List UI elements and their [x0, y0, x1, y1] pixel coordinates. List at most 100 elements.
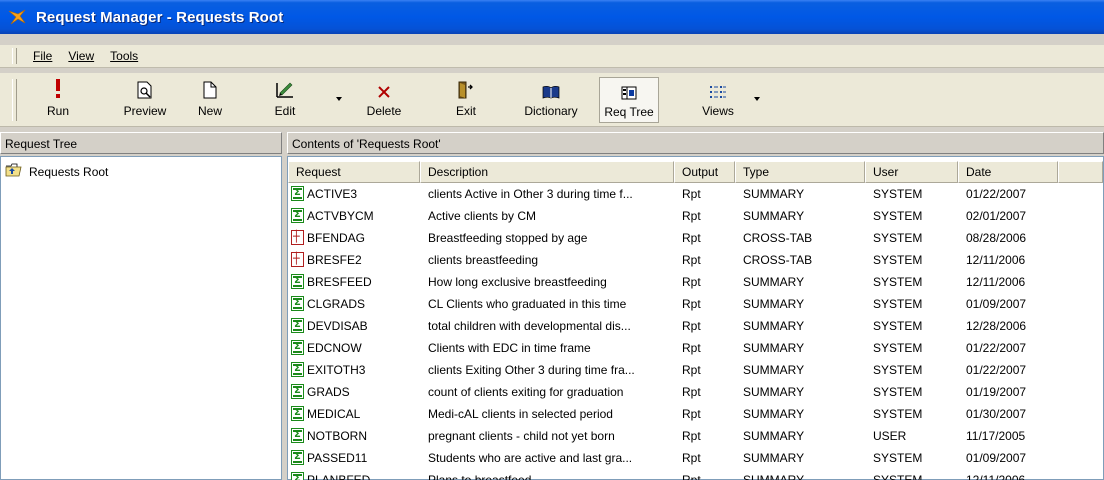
request-tree-pane: Request Tree Requests Root [0, 132, 282, 480]
edit-icon [270, 77, 300, 99]
cell-description: clients Exiting Other 3 during time fra.… [428, 363, 635, 377]
cell-output: Rpt [682, 363, 701, 377]
cell-date: 01/22/2007 [966, 363, 1027, 377]
folder-icon [5, 163, 23, 180]
cell-type: SUMMARY [743, 209, 805, 223]
table-row[interactable]: NOTBORN pregnant clients - child not yet … [288, 425, 1103, 447]
cell-description: Clients with EDC in time frame [428, 341, 591, 355]
cell-user: SYSTEM [873, 341, 923, 355]
delete-x-icon [354, 77, 414, 99]
delete-button[interactable]: Delete [354, 77, 414, 123]
cell-request: BRESFEED [307, 275, 372, 289]
table-row[interactable]: BRESFE2 clients breastfeeding Rpt CROSS-TAB… [288, 249, 1103, 271]
menu-file[interactable]: File [25, 49, 60, 63]
cell-type: SUMMARY [743, 187, 805, 201]
table-row[interactable]: MEDICAL Medi-cAL clients in selected peri… [288, 403, 1103, 425]
new-button[interactable]: New [188, 77, 232, 123]
cell-date: 12/11/2006 [966, 473, 1026, 480]
cell-description: How long exclusive breastfeeding [428, 275, 607, 289]
views-dropdown-button[interactable] [750, 77, 764, 123]
summary-report-icon [291, 450, 304, 465]
col-date-header[interactable]: Date [958, 161, 1058, 183]
contents-header: Contents of 'Requests Root' [287, 132, 1104, 154]
cell-description: Active clients by CM [428, 209, 537, 223]
col-user-header[interactable]: User [865, 161, 958, 183]
cell-output: Rpt [682, 451, 701, 465]
cell-user: USER [873, 429, 907, 443]
table-row[interactable]: PLANBFED Plans to breastfeed Rpt SUMMARY SYS… [288, 469, 1103, 480]
title-bar[interactable]: Request Manager - Requests Root [0, 0, 1104, 34]
table-row[interactable]: GRADS count of clients exiting for gradua… [288, 381, 1103, 403]
col-description-header[interactable]: Description [420, 161, 674, 183]
table-row[interactable]: DEVDISAB total children with developmenta… [288, 315, 1103, 337]
cell-date: 08/28/2006 [966, 231, 1027, 245]
edit-dropdown-button[interactable] [332, 77, 346, 123]
col-request-header[interactable]: Request [288, 161, 420, 183]
cell-output: Rpt [682, 275, 701, 289]
menu-grip[interactable] [12, 48, 17, 64]
menu-tools[interactable]: Tools [102, 49, 146, 63]
new-label: New [197, 104, 222, 118]
request-list[interactable]: RequestDescriptionOutputTypeUserDateACTI… [287, 156, 1104, 480]
cell-user: SYSTEM [873, 363, 923, 377]
cell-request: MEDICAL [307, 407, 361, 421]
cross-tab-report-icon [291, 252, 304, 267]
summary-report-icon [291, 208, 304, 223]
table-row[interactable]: EXITOTH3 clients Exiting Other 3 during t… [288, 359, 1103, 381]
cell-request: EDCNOW [307, 341, 362, 355]
new-document-icon [188, 77, 232, 99]
summary-report-icon [291, 384, 304, 399]
toolbar-grip[interactable] [12, 79, 17, 121]
table-row[interactable]: ACTVBYCM Active clients by CM Rpt SUMMARY SY… [288, 205, 1103, 227]
tree-node-requests-root[interactable]: Requests Root [5, 163, 108, 180]
edit-button[interactable]: Edit [270, 77, 300, 123]
table-row[interactable]: CLGRADS CL Clients who graduated in this … [288, 293, 1103, 315]
cell-user: SYSTEM [873, 451, 923, 465]
header-filler [1058, 161, 1103, 183]
table-row[interactable]: EDCNOW Clients with EDC in time frame Rpt S… [288, 337, 1103, 359]
cell-description: count of clients exiting for graduation [428, 385, 624, 399]
dictionary-label: Dictionary [524, 104, 578, 118]
cell-user: SYSTEM [873, 231, 923, 245]
window-title: Request Manager - Requests Root [36, 8, 284, 26]
cell-user: SYSTEM [873, 319, 923, 333]
cell-user: SYSTEM [873, 473, 923, 480]
dictionary-button[interactable]: Dictionary [514, 77, 588, 123]
cell-user: SYSTEM [873, 253, 923, 267]
table-row[interactable]: BRESFEED How long exclusive breastfeeding… [288, 271, 1103, 293]
cell-date: 01/22/2007 [966, 187, 1027, 201]
summary-report-icon [291, 406, 304, 421]
summary-report-icon [291, 274, 304, 289]
views-button[interactable]: Views [692, 77, 744, 123]
cell-user: SYSTEM [873, 385, 923, 399]
table-row[interactable]: ACTIVE3 clients Active in Other 3 during … [288, 183, 1103, 205]
col-type-header[interactable]: Type [735, 161, 865, 183]
cell-type: SUMMARY [743, 407, 805, 421]
table-row[interactable]: BFENDAG Breastfeeding stopped by age Rpt CR… [288, 227, 1103, 249]
req-tree-button[interactable]: Req Tree [599, 77, 659, 123]
cell-date: 11/17/2005 [966, 429, 1026, 443]
cell-request: ACTVBYCM [307, 209, 374, 223]
app-icon [7, 6, 29, 28]
run-button[interactable]: Run [30, 77, 86, 123]
preview-button[interactable]: Preview [112, 77, 178, 123]
cell-date: 12/28/2006 [966, 319, 1027, 333]
summary-report-icon [291, 318, 304, 333]
col-output-header[interactable]: Output [674, 161, 735, 183]
cell-request: BFENDAG [307, 231, 366, 245]
cell-user: SYSTEM [873, 297, 923, 311]
exit-button[interactable]: Exit [444, 77, 488, 123]
menu-view[interactable]: View [60, 49, 102, 63]
cell-description: clients breastfeeding [428, 253, 539, 267]
cross-tab-report-icon [291, 230, 304, 245]
cell-date: 02/01/2007 [966, 209, 1027, 223]
req-tree-label: Req Tree [604, 105, 654, 119]
tree-node-label: Requests Root [29, 164, 109, 179]
cell-date: 01/19/2007 [966, 385, 1027, 399]
cell-request: GRADS [307, 385, 350, 399]
cell-date: 01/09/2007 [966, 297, 1027, 311]
table-row[interactable]: PASSED11 Students who are active and last… [288, 447, 1103, 469]
cell-description: CL Clients who graduated in this time [428, 297, 627, 311]
cell-output: Rpt [682, 341, 701, 355]
request-tree[interactable]: Requests Root [0, 156, 282, 480]
